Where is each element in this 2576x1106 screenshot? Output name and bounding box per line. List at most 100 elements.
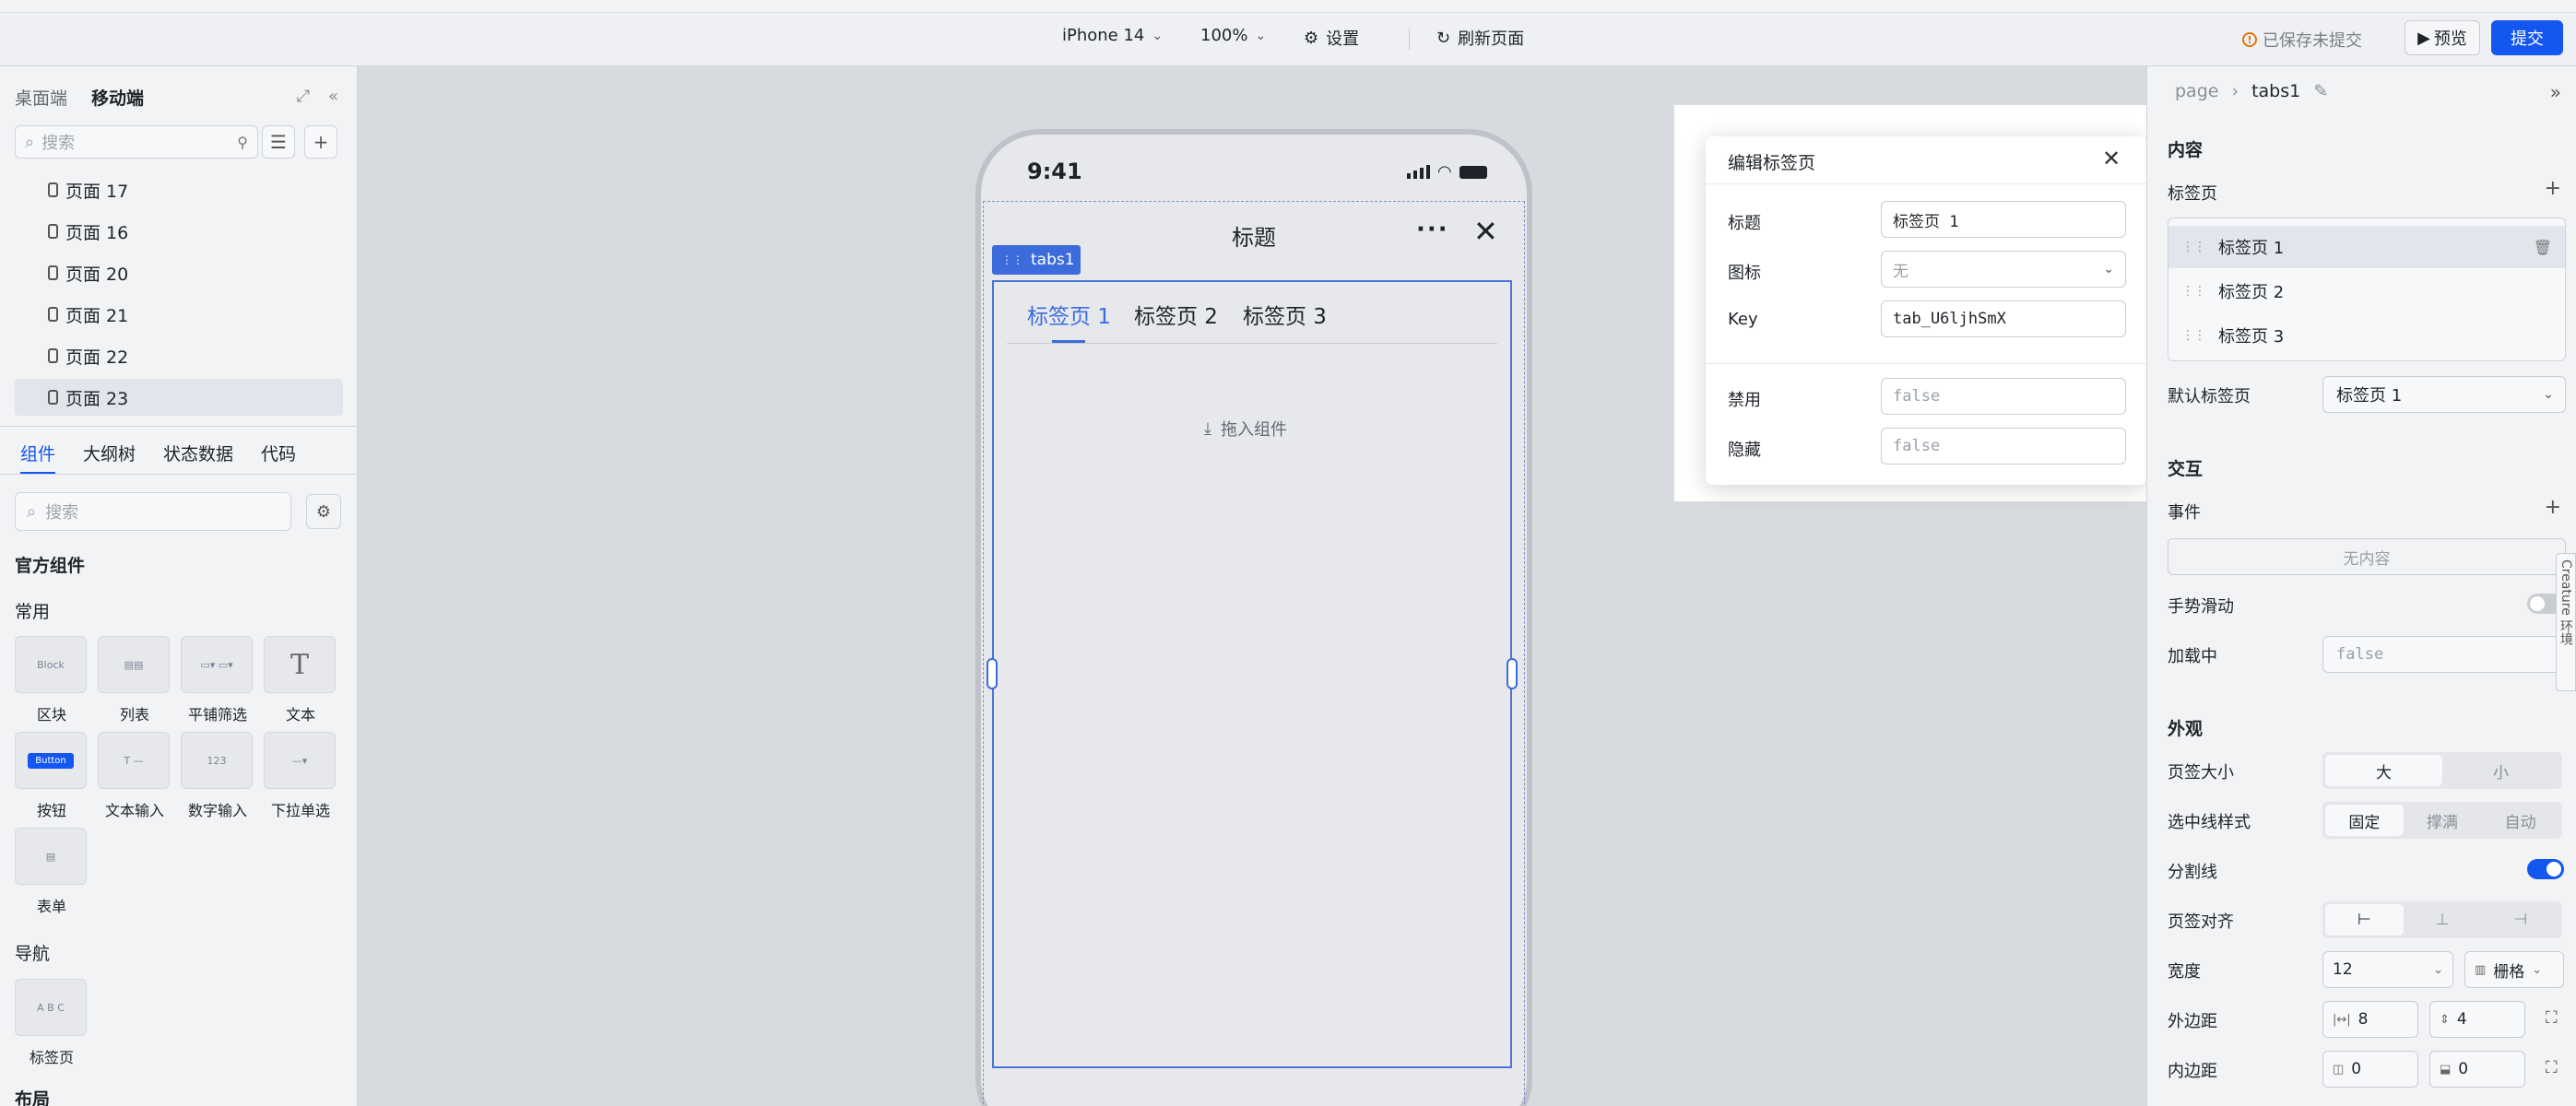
width-input[interactable]: 12 ⌄	[2322, 951, 2453, 988]
panel-divider	[0, 426, 358, 427]
link-spacing-icon[interactable]: ⛶	[2546, 1058, 2558, 1077]
ink-style-fill[interactable]: 撑满	[2404, 805, 2482, 836]
margin-vertical-input[interactable]: ⇕ 4	[2429, 1001, 2525, 1038]
more-icon[interactable]: ···	[1416, 216, 1449, 243]
tab-code[interactable]: 代码	[261, 441, 296, 465]
component-tile-filter[interactable]: ▭▾ ▭▾ 平铺筛选	[181, 636, 254, 724]
section-navigation: 导航	[15, 944, 51, 964]
drag-handle-icon: ⋮⋮	[1001, 253, 1023, 266]
ink-style-fixed[interactable]: 固定	[2325, 805, 2404, 836]
page-list-item-selected[interactable]: 页面 23	[15, 379, 343, 416]
dropdown-icon: —▾	[264, 732, 336, 789]
edit-icon[interactable]: ✎	[2313, 81, 2328, 101]
hidden-input[interactable]: false	[1881, 428, 2126, 465]
component-list[interactable]: ▤▤ 列表	[98, 636, 171, 724]
component-settings-button[interactable]: ⚙	[306, 494, 341, 529]
tab-outline[interactable]: 大纲树	[83, 441, 136, 465]
resize-handle-right[interactable]	[1507, 658, 1518, 689]
component-button[interactable]: Button 按钮	[15, 732, 89, 820]
submit-button[interactable]: 提交	[2491, 20, 2563, 55]
thumb-label: Block	[37, 658, 65, 671]
width-unit-select[interactable]: ▥ 栅格 ⌄	[2464, 951, 2564, 988]
mobile-tab-3[interactable]: 标签页 3	[1243, 299, 1327, 330]
page-list-item[interactable]: 页面 20	[15, 254, 343, 291]
drag-handle-icon[interactable]: ⋮⋮	[2181, 240, 2206, 254]
component-number-input[interactable]: 123 数字输入	[181, 732, 254, 820]
close-icon[interactable]: ✕	[2102, 146, 2121, 171]
collapse-left-icon[interactable]: «	[328, 87, 338, 106]
device-label: iPhone 14	[1062, 26, 1145, 45]
zoom-select[interactable]: 100% ⌄	[1200, 26, 1266, 45]
tab-components[interactable]: 组件	[20, 441, 56, 475]
breadcrumb-root[interactable]: page	[2175, 81, 2218, 101]
status-time: 9:41	[1027, 159, 1082, 184]
loading-input[interactable]: false	[2322, 636, 2566, 673]
play-icon: ▶	[2417, 28, 2430, 48]
page-settings-button[interactable]: ☰	[262, 125, 295, 159]
plus-icon: +	[313, 131, 329, 153]
tab-size-large[interactable]: 大	[2325, 755, 2442, 786]
link-spacing-icon[interactable]: ⛶	[2546, 1008, 2558, 1028]
settings-button[interactable]: ⚙ 设置	[1304, 26, 1359, 50]
refresh-button[interactable]: ↻ 刷新页面	[1436, 26, 1524, 50]
align-right-icon[interactable]: ⊣	[2481, 904, 2559, 935]
tabs-component[interactable]	[992, 280, 1512, 1068]
component-tabs[interactable]: A B C 标签页	[15, 979, 89, 1067]
search-icon: ⌕	[25, 132, 35, 152]
component-text[interactable]: T 文本	[264, 636, 337, 724]
icon-select[interactable]: 无 ⌄	[1881, 251, 2126, 288]
margin-v-value: 4	[2456, 1010, 2467, 1029]
device-select[interactable]: iPhone 14 ⌄	[1062, 26, 1163, 45]
page-search-input[interactable]: ⌕ 搜索 ⚲	[15, 125, 258, 159]
tab-size-small[interactable]: 小	[2442, 755, 2559, 786]
preview-button[interactable]: ▶ 预览	[2405, 20, 2480, 55]
drag-handle-icon[interactable]: ⋮⋮	[2181, 328, 2206, 343]
expand-icon[interactable]: ⤢	[297, 87, 310, 106]
component-block[interactable]: Block 区块	[15, 636, 89, 724]
drag-handle-icon[interactable]: ⋮⋮	[2181, 284, 2206, 299]
active-tab-indicator	[1052, 340, 1085, 343]
environment-side-tab[interactable]: Creature 环境	[2556, 553, 2576, 691]
component-dropdown[interactable]: —▾ 下拉单选	[264, 732, 337, 820]
tab-state-data[interactable]: 状态数据	[163, 441, 233, 465]
divider-toggle[interactable]	[2527, 859, 2564, 879]
tab-desktop[interactable]: 桌面端	[15, 85, 67, 110]
component-text-input[interactable]: T — 文本输入	[98, 732, 171, 820]
ink-style-auto[interactable]: 自动	[2481, 805, 2559, 836]
page-list-item[interactable]: 页面 17	[15, 171, 343, 208]
tab-list-item[interactable]: ⋮⋮ 标签页 3	[2168, 314, 2565, 357]
submit-label: 提交	[2511, 29, 2544, 49]
field-disabled-label: 禁用	[1728, 391, 1761, 410]
drop-zone[interactable]: ⤓ 拖入组件	[1204, 417, 1287, 441]
add-page-button[interactable]: +	[304, 125, 337, 159]
align-center-icon[interactable]: ⊥	[2404, 904, 2482, 935]
page-list-item[interactable]: 页面 21	[15, 296, 343, 333]
page-list-item[interactable]: 页面 22	[15, 337, 343, 374]
add-event-icon[interactable]: +	[2545, 496, 2561, 519]
loading-value: false	[2336, 645, 2384, 664]
resize-handle-left[interactable]	[987, 658, 998, 689]
trash-icon[interactable]: 🗑	[2534, 239, 2552, 256]
disabled-input[interactable]: false	[1881, 378, 2126, 415]
close-icon[interactable]: ✕	[1473, 214, 1498, 249]
selected-component-tag[interactable]: ⋮⋮ tabs1	[992, 245, 1081, 275]
filter-icon[interactable]: ⚲	[237, 134, 248, 151]
component-form[interactable]: ▤ 表单	[15, 828, 89, 916]
mobile-tab-2[interactable]: 标签页 2	[1134, 299, 1218, 330]
mobile-tab-1[interactable]: 标签页 1	[1027, 299, 1111, 330]
default-tab-select[interactable]: 标签页 1 ⌄	[2322, 376, 2566, 413]
padding-vertical-input[interactable]: ⬓ 0	[2429, 1051, 2525, 1088]
margin-horizontal-input[interactable]: |↔| 8	[2322, 1001, 2418, 1038]
padding-horizontal-input[interactable]: ◫ 0	[2322, 1051, 2418, 1088]
tab-mobile[interactable]: 移动端	[91, 85, 144, 110]
tab-item-label: 标签页 2	[2218, 283, 2285, 302]
tab-list-item[interactable]: ⋮⋮ 标签页 2	[2168, 270, 2565, 312]
title-input[interactable]: 标签页 1	[1881, 201, 2126, 238]
page-list-item[interactable]: 页面 16	[15, 213, 343, 250]
add-tab-icon[interactable]: +	[2545, 177, 2561, 200]
component-search-input[interactable]: ⌕ 搜索	[15, 492, 291, 531]
align-left-icon[interactable]: ⊢	[2325, 904, 2404, 935]
key-input[interactable]: tab_U6ljhSmX	[1881, 300, 2126, 337]
tab-list-item-selected[interactable]: ⋮⋮ 标签页 1 🗑	[2168, 226, 2565, 268]
collapse-right-icon[interactable]: »	[2550, 81, 2561, 103]
